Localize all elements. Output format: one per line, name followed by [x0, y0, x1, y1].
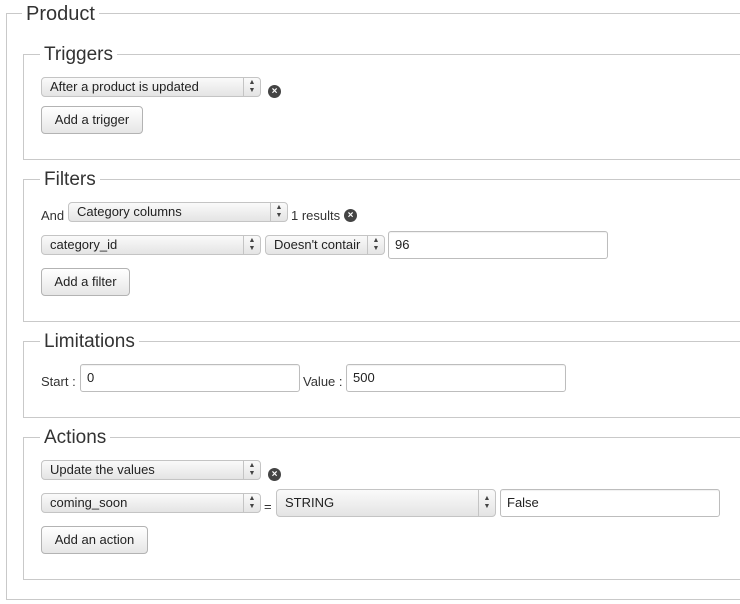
updown-arrow-icon: ▲ ▼ — [367, 236, 384, 254]
updown-arrow-icon: ▲ ▼ — [243, 461, 260, 479]
start-label: Start : — [41, 374, 76, 389]
action-field-select[interactable]: coming_soon ▲ ▼ — [41, 493, 261, 513]
filter-operator-select-value: Doesn't contair — [274, 237, 361, 252]
actions-legend: Actions — [40, 428, 111, 447]
trigger-select[interactable]: After a product is updated ▲ ▼ — [41, 77, 261, 97]
action-value-input[interactable]: False — [500, 489, 720, 517]
action-select-value: Update the values — [50, 462, 155, 477]
and-label: And — [41, 208, 65, 223]
updown-arrow-icon: ▲ ▼ — [478, 490, 495, 516]
action-select[interactable]: Update the values ▲ ▼ — [41, 460, 261, 480]
action-type-select-value: STRING — [285, 495, 335, 510]
add-action-button[interactable]: Add an action — [41, 526, 148, 554]
filter-column-select-value: category_id — [50, 237, 118, 252]
limit-value-input[interactable]: 500 — [346, 364, 566, 392]
filter-table-select[interactable]: Category columns ▲ ▼ — [68, 202, 288, 222]
results-count: 1 results — [291, 208, 341, 223]
limitations-legend: Limitations — [40, 332, 139, 351]
remove-filter-icon[interactable]: × — [344, 209, 357, 222]
remove-trigger-icon[interactable]: × — [268, 85, 281, 98]
filters-legend: Filters — [40, 170, 100, 189]
add-trigger-button[interactable]: Add a trigger — [41, 106, 143, 134]
updown-arrow-icon: ▲ ▼ — [270, 203, 287, 221]
filter-table-select-value: Category columns — [77, 204, 182, 219]
filter-operator-select[interactable]: Doesn't contair ▲ ▼ — [265, 235, 385, 255]
filter-column-select[interactable]: category_id ▲ ▼ — [41, 235, 261, 255]
add-filter-button[interactable]: Add a filter — [41, 268, 130, 296]
triggers-legend: Triggers — [40, 45, 117, 64]
action-type-select[interactable]: STRING ▲ ▼ — [276, 489, 496, 517]
updown-arrow-icon: ▲ ▼ — [243, 494, 260, 512]
trigger-select-value: After a product is updated — [50, 79, 199, 94]
action-field-select-value: coming_soon — [50, 495, 128, 510]
remove-action-icon[interactable]: × — [268, 468, 281, 481]
updown-arrow-icon: ▲ ▼ — [243, 78, 260, 96]
product-legend: Product — [22, 4, 99, 24]
filter-value-input[interactable]: 96 — [388, 231, 608, 259]
value-label: Value : — [303, 374, 343, 389]
updown-arrow-icon: ▲ ▼ — [243, 236, 260, 254]
start-input[interactable]: 0 — [80, 364, 300, 392]
equals-sign: = — [264, 499, 272, 514]
